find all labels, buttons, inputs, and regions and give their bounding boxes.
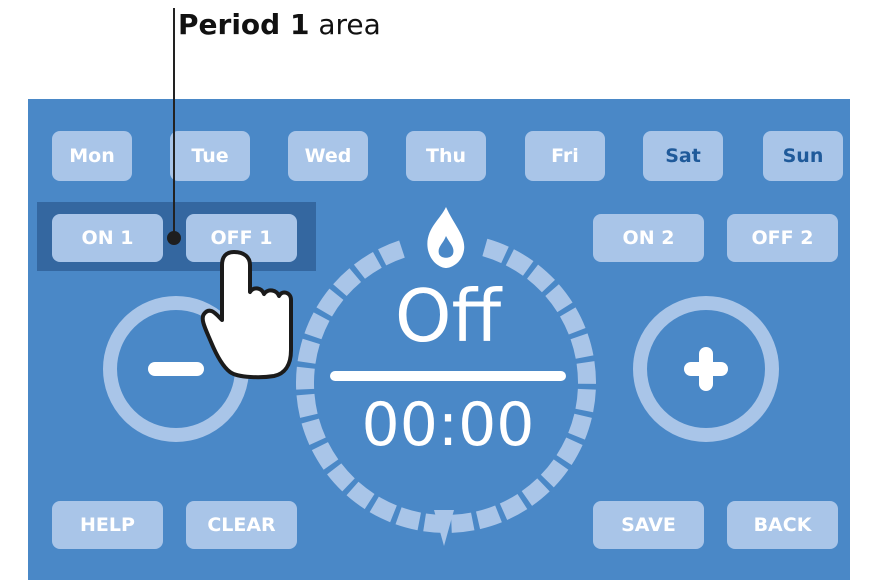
dial-segment [369, 496, 397, 523]
dial-segment [576, 361, 596, 384]
dial-segment [521, 478, 550, 506]
minus-icon [148, 362, 204, 376]
heating-state: Off [394, 274, 502, 358]
dial-segment [499, 493, 528, 520]
display-divider [330, 371, 566, 381]
dial-segment [395, 507, 421, 531]
dial-segment [451, 512, 475, 533]
dial-segment [297, 338, 320, 364]
dial-segment [505, 249, 534, 276]
timer-readout: 00:00 [361, 390, 535, 460]
hand-pointer-icon [200, 250, 293, 380]
dial-segment [575, 388, 596, 413]
dial-segment [353, 251, 382, 279]
dial-segment [296, 366, 315, 390]
dial-segment [475, 505, 502, 530]
dial-segment [482, 238, 509, 264]
annotation-leader-dot [167, 231, 181, 245]
dial-segment [296, 393, 318, 418]
dial-segment [346, 481, 375, 510]
dial-segment [304, 312, 330, 340]
annotation-leader-line [173, 8, 175, 238]
dial-segment [540, 459, 569, 488]
plus-button[interactable] [633, 296, 779, 442]
dial-segment [378, 240, 405, 266]
dial-segment [570, 333, 594, 359]
flame-icon [427, 207, 465, 268]
plus-icon-v [699, 347, 713, 391]
dial-segment [568, 413, 592, 440]
dial-segment [301, 418, 326, 445]
dial-segment [327, 463, 355, 492]
